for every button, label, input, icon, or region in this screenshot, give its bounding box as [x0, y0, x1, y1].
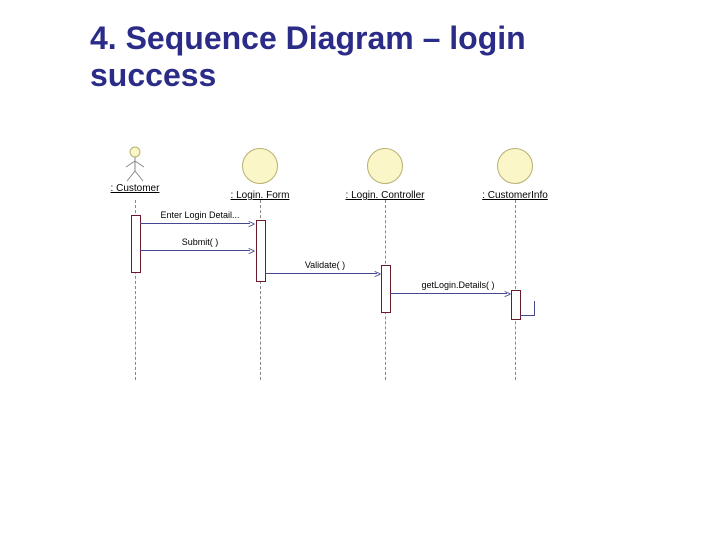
message-getdetails: getLogin.Details( ) [408, 280, 508, 290]
page-title: 4. Sequence Diagram – login success [90, 20, 650, 94]
arrow-head-icon: > [374, 271, 381, 277]
participant-label: : Customer [80, 183, 190, 194]
arrow-head-icon: > [248, 248, 255, 254]
sequence-diagram: : Customer : Login. Form : Login. Contro… [90, 145, 650, 495]
return-icon [520, 301, 535, 316]
arrow-head-icon: > [504, 291, 511, 297]
arrow-line [390, 293, 507, 294]
message-enter-details: Enter Login Detail... [145, 210, 255, 220]
arrow-line [140, 250, 250, 251]
participant-loginform: : Login. Form [205, 148, 315, 201]
entity-icon [497, 148, 533, 184]
activation-logincontroller [381, 265, 391, 313]
arrow-head-icon: > [248, 221, 255, 227]
message-validate: Validate( ) [290, 260, 360, 270]
arrow-line [265, 273, 377, 274]
control-icon [367, 148, 403, 184]
participant-customerinfo: : CustomerInfo [460, 148, 570, 201]
boundary-icon [242, 148, 278, 184]
actor-icon [122, 145, 148, 183]
message-submit: Submit( ) [170, 237, 230, 247]
arrow-line [140, 223, 250, 224]
participant-logincontroller: : Login. Controller [330, 148, 440, 201]
participant-customer: : Customer [80, 145, 190, 194]
